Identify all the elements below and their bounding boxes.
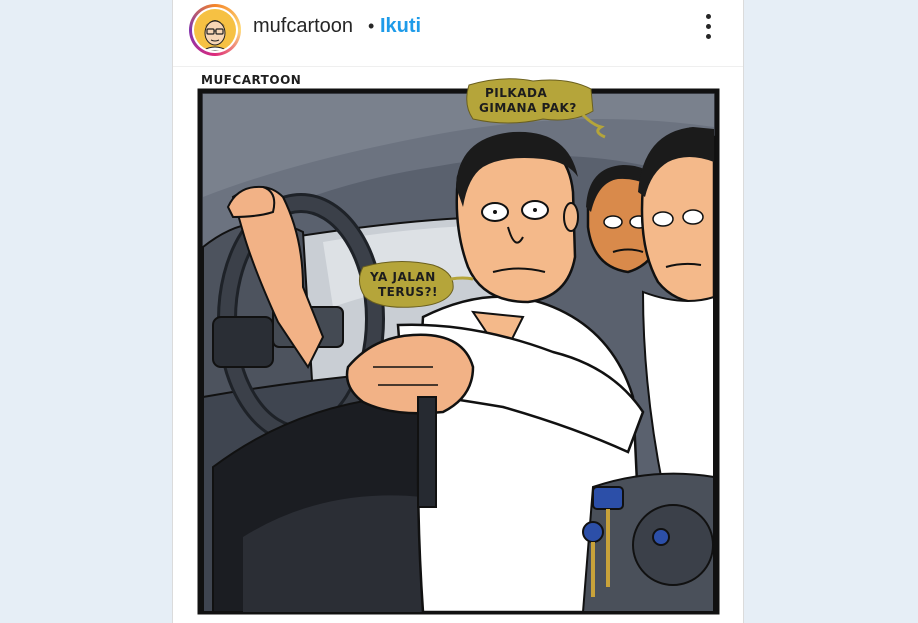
background-right — [742, 0, 918, 623]
more-options-icon[interactable] — [698, 14, 718, 44]
bubble-top-line-2: GIMANA PAK? — [479, 101, 577, 115]
follow-button[interactable]: Ikuti — [380, 15, 421, 38]
bubble-top-line-1: PILKADA — [485, 86, 547, 100]
screen: mufcartoon • Ikuti MUFCARTOON PILKADA GI… — [0, 0, 918, 623]
background-left — [0, 0, 172, 623]
avatar-cartoon-icon — [201, 20, 229, 51]
bubble-left-line-2: TERUS?! — [378, 285, 438, 299]
post-image[interactable]: MUFCARTOON PILKADA GIMANA PAK? YA JALAN … — [173, 67, 743, 623]
username-link[interactable]: mufcartoon — [253, 15, 353, 38]
avatar-story-ring[interactable] — [189, 4, 241, 56]
post-header: mufcartoon • Ikuti — [173, 0, 743, 67]
instagram-post-card: mufcartoon • Ikuti MUFCARTOON PILKADA GI… — [172, 0, 744, 623]
bubble-left-line-1: YA JALAN — [369, 270, 436, 284]
gas-regulator — [592, 486, 624, 510]
avatar[interactable] — [192, 7, 238, 53]
header-separator: • — [368, 16, 375, 36]
avatar-image — [194, 9, 236, 51]
comic-illustration: PILKADA GIMANA PAK? YA JALAN TERUS?! — [197, 78, 720, 615]
